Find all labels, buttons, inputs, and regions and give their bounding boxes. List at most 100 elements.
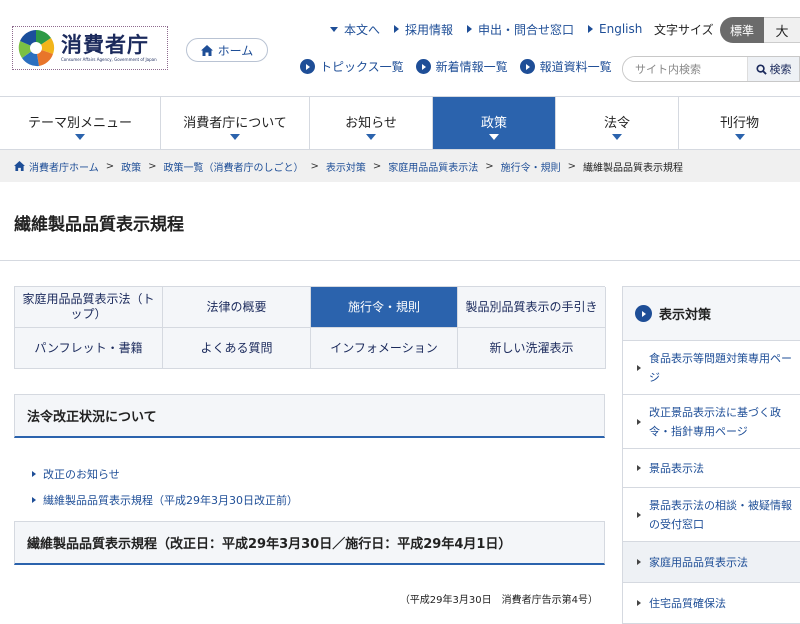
- triangle-right-icon: [467, 25, 473, 33]
- list-item-revision-notice[interactable]: 改正のお知らせ: [32, 461, 298, 487]
- site-header: 消費者庁 Consumer Affairs Agency, Government…: [0, 0, 800, 96]
- chevron-down-icon: [366, 134, 376, 140]
- nav-label: 政策: [480, 115, 507, 131]
- tab-household-act-top[interactable]: 家庭用品品質表示法（トップ）: [15, 287, 163, 328]
- link-label: 採用情報: [405, 22, 454, 37]
- tab-faq[interactable]: よくある質問: [163, 328, 311, 369]
- sidebar-item-label: 改正景品表示法に基づく政令・指針専用ページ: [649, 405, 781, 438]
- sidebar-item-label: 食品表示等問題対策専用ページ: [649, 351, 792, 384]
- breadcrumb-separator: >: [148, 160, 157, 172]
- utility-links: 本文へ 採用情報 申出・問合せ窓口 English: [330, 20, 656, 38]
- chevron-down-icon: [734, 134, 745, 140]
- sidebar-item-household-act[interactable]: 家庭用品品質表示法: [623, 542, 800, 583]
- home-icon: [14, 161, 25, 171]
- triangle-right-icon: [32, 497, 36, 503]
- breadcrumb-policy[interactable]: 政策: [121, 159, 141, 174]
- sidebar-item-premiums-act[interactable]: 景品表示法: [623, 449, 800, 488]
- triangle-right-icon: [637, 364, 641, 371]
- search-input[interactable]: [623, 57, 747, 81]
- breadcrumb-separator: >: [485, 160, 494, 172]
- breadcrumb-policy-list[interactable]: 政策一覧（消費者庁のしごと）: [163, 159, 303, 174]
- breadcrumb-separator: >: [105, 160, 115, 172]
- nav-laws[interactable]: 法令: [556, 97, 679, 149]
- link-label: 繊維製品品質表示規程（平成29年3月30日改正前）: [43, 494, 298, 507]
- sidebar-item-label: 景品表示法: [649, 461, 704, 475]
- search-button[interactable]: 検索: [747, 57, 799, 81]
- link-label: 改正のお知らせ: [43, 468, 120, 481]
- link-label: 新着情報一覧: [435, 60, 508, 74]
- sidebar-item-premiums-ordinance[interactable]: 改正景品表示法に基づく政令・指針専用ページ: [623, 395, 800, 449]
- link-label: 申出・問合せ窓口: [478, 22, 575, 37]
- tab-ordinance[interactable]: 施行令・規則: [311, 287, 458, 328]
- nav-publications[interactable]: 刊行物: [679, 97, 800, 149]
- new-info-link[interactable]: 新着情報一覧: [415, 58, 508, 75]
- tab-information[interactable]: インフォメーション: [311, 328, 458, 369]
- sidebar-item-housing-quality-act[interactable]: 住宅品質確保法: [623, 583, 800, 624]
- link-label: English: [599, 22, 643, 36]
- sidebar-heading: 表示対策: [623, 287, 800, 341]
- home-button[interactable]: ホーム: [186, 38, 268, 62]
- nav-label: テーマ別メニュー: [27, 115, 132, 131]
- section-heading-regulation: 繊維製品品質表示規程（改正日：平成29年3月30日／施行日：平成29年4月1日）: [14, 521, 605, 565]
- skip-to-content-link[interactable]: 本文へ: [330, 21, 380, 38]
- tab-new-care-labels[interactable]: 新しい洗濯表示: [458, 328, 606, 369]
- news-links: トピックス一覧 新着情報一覧 報道資料一覧: [300, 58, 624, 75]
- breadcrumb: 消費者庁ホーム > 政策 > 政策一覧（消費者庁のしごと） > 表示対策 > 家庭用品品…: [0, 150, 800, 182]
- circle-arrow-icon: [300, 59, 315, 74]
- sidebar-item-label: 家庭用品品質表示法: [649, 555, 748, 569]
- sidebar-title: 表示対策: [659, 308, 712, 323]
- circle-arrow-icon: [519, 59, 535, 74]
- press-release-link[interactable]: 報道資料一覧: [519, 58, 612, 75]
- home-icon: [200, 44, 213, 56]
- page-title: 繊維製品品質表示規程: [14, 215, 184, 235]
- link-label: 本文へ: [344, 22, 381, 37]
- logo-title: 消費者庁: [61, 33, 149, 57]
- section-tabs: 家庭用品品質表示法（トップ） 法律の概要 施行令・規則 製品別品質表示の手引き …: [14, 286, 606, 369]
- link-label: 報道資料一覧: [539, 60, 612, 74]
- section-heading-revision-status: 法令改正状況について: [14, 394, 605, 438]
- breadcrumb-separator: >: [567, 160, 577, 172]
- sidebar-item-food-labeling[interactable]: 食品表示等問題対策専用ページ: [623, 341, 800, 395]
- tab-pamphlets[interactable]: パンフレット・書籍: [15, 328, 163, 369]
- logo-subtitle: Consumer Affairs Agency, Government of J…: [61, 57, 157, 62]
- chevron-down-icon: [230, 134, 240, 140]
- nav-theme-menu[interactable]: テーマ別メニュー: [0, 97, 161, 149]
- nav-label: 法令: [603, 115, 630, 131]
- site-search: 検索: [622, 56, 800, 82]
- triangle-down-icon: [330, 26, 338, 32]
- nav-label: 刊行物: [719, 115, 759, 131]
- list-item-previous-regulation[interactable]: 繊維製品品質表示規程（平成29年3月30日改正前）: [32, 487, 298, 513]
- recruit-link[interactable]: 採用情報: [394, 21, 453, 38]
- topics-link[interactable]: トピックス一覧: [300, 58, 404, 75]
- chevron-down-icon: [75, 134, 85, 140]
- triangle-right-icon: [637, 559, 641, 565]
- revision-link-list: 改正のお知らせ 繊維製品品質表示規程（平成29年3月30日改正前）: [32, 461, 298, 513]
- home-button-label: ホーム: [217, 43, 254, 58]
- logo-mark-icon: [18, 29, 55, 67]
- sidebar-item-label: 景品表示法の相談・被疑情報の受付窓口: [649, 498, 792, 531]
- breadcrumb-home[interactable]: 消費者庁ホーム: [29, 159, 99, 174]
- font-size-label: 文字サイズ: [654, 23, 714, 37]
- english-link[interactable]: English: [588, 22, 642, 36]
- font-size-large-button[interactable]: 大: [764, 17, 800, 43]
- breadcrumb-household-act[interactable]: 家庭用品品質表示法: [388, 159, 478, 174]
- sidebar-item-consultation-desk[interactable]: 景品表示法の相談・被疑情報の受付窓口: [623, 488, 800, 542]
- site-logo[interactable]: 消費者庁 Consumer Affairs Agency, Government…: [12, 26, 168, 70]
- circle-arrow-icon: [635, 305, 652, 322]
- contact-link[interactable]: 申出・問合せ窓口: [467, 21, 574, 38]
- triangle-right-icon: [637, 511, 641, 518]
- nav-news[interactable]: お知らせ: [310, 97, 433, 149]
- triangle-right-icon: [637, 600, 641, 606]
- tab-law-overview[interactable]: 法律の概要: [163, 287, 311, 328]
- triangle-right-icon: [588, 25, 594, 33]
- circle-arrow-icon: [415, 59, 431, 74]
- breadcrumb-labeling[interactable]: 表示対策: [326, 159, 366, 174]
- font-size-standard-button[interactable]: 標準: [720, 17, 764, 43]
- tab-product-guide[interactable]: 製品別品質表示の手引き: [458, 287, 606, 328]
- triangle-right-icon: [394, 25, 400, 33]
- breadcrumb-ordinance[interactable]: 施行令・規則: [501, 159, 561, 174]
- chevron-down-icon: [489, 134, 499, 140]
- nav-about[interactable]: 消費者庁について: [161, 97, 310, 149]
- nav-policy[interactable]: 政策: [433, 97, 556, 149]
- triangle-right-icon: [637, 418, 641, 425]
